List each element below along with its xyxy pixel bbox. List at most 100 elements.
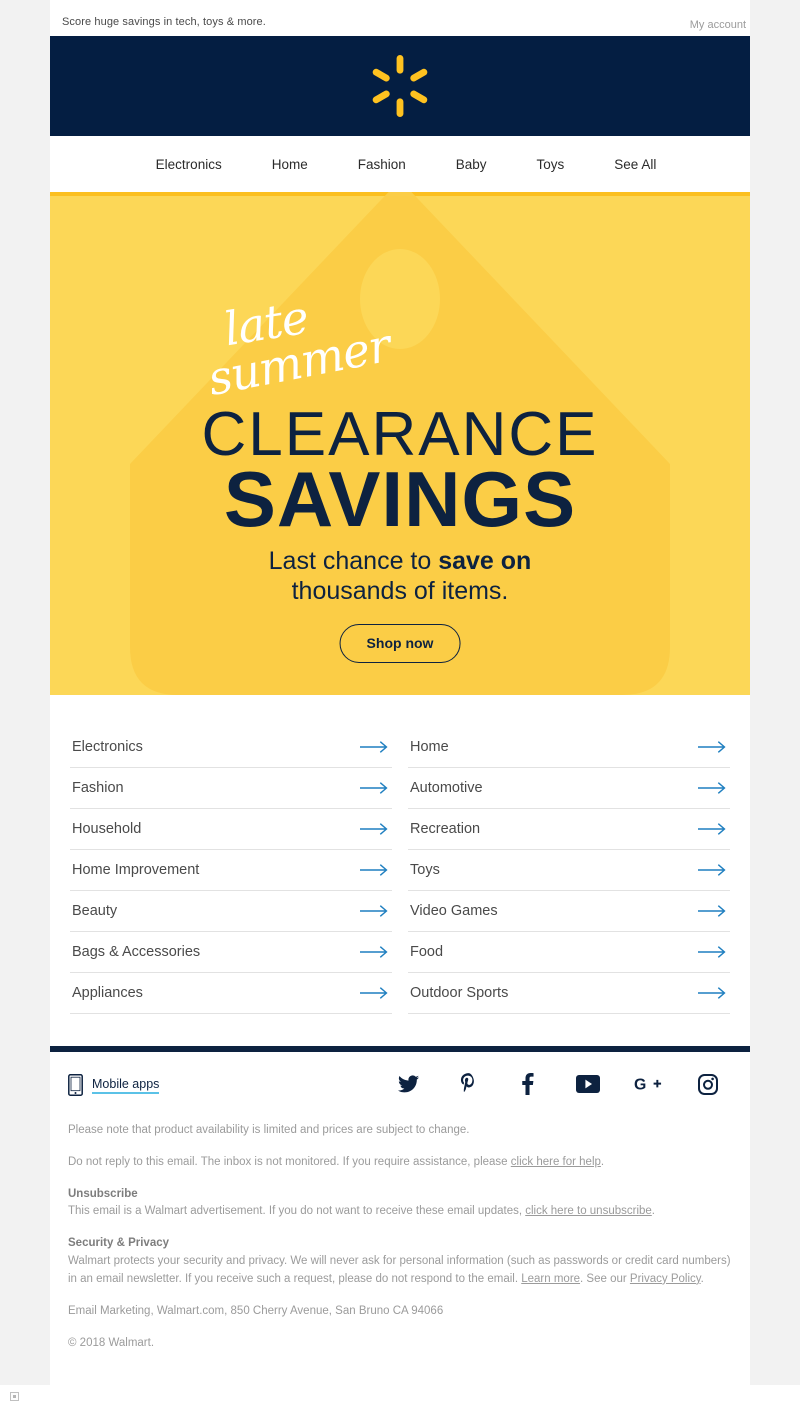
nav-item-toys[interactable]: Toys (537, 157, 565, 172)
category-label: Household (72, 821, 142, 837)
mobile-apps-link[interactable]: Mobile apps (68, 1074, 160, 1096)
arrow-right-icon (698, 946, 726, 958)
nav-item-see-all[interactable]: See All (614, 157, 656, 172)
hero-content: late summer CLEARANCE SAVINGS Last chanc… (50, 192, 750, 695)
svg-text:G: G (634, 1077, 646, 1094)
category-column-right: Home Automotive Recreation Toys Video Ga… (408, 727, 730, 1014)
twitter-icon[interactable] (378, 1072, 438, 1096)
category-row-home[interactable]: Home (408, 727, 730, 768)
privacy-suffix: . (700, 1272, 704, 1285)
arrow-right-icon (360, 741, 388, 753)
unsubscribe-suffix: . (651, 1205, 655, 1218)
category-label: Appliances (72, 985, 143, 1001)
unsubscribe-text: This email is a Walmart advertisement. I… (68, 1205, 526, 1218)
hero-subline-1-text: Last chance to (268, 547, 439, 575)
category-row-automotive[interactable]: Automotive (408, 768, 730, 809)
my-account-link[interactable]: My account (690, 19, 746, 31)
category-row-recreation[interactable]: Recreation (408, 809, 730, 850)
category-row-appliances[interactable]: Appliances (70, 973, 392, 1014)
category-label: Home Improvement (72, 862, 200, 878)
hero-subline-2: thousands of items. (291, 577, 509, 605)
legal-copyright: © 2018 Walmart. (68, 1336, 155, 1349)
nav-item-home[interactable]: Home (272, 157, 308, 172)
email-body: Score huge savings in tech, toys & more.… (50, 0, 750, 1363)
hero-subline-1: Last chance to save on (50, 547, 750, 576)
masthead (50, 36, 750, 136)
shop-now-button[interactable]: Shop now (339, 624, 461, 663)
youtube-icon[interactable] (558, 1072, 618, 1096)
mobile-apps-label: Mobile apps (92, 1077, 160, 1094)
hero-banner: late summer CLEARANCE SAVINGS Last chanc… (50, 192, 750, 695)
instagram-icon[interactable] (678, 1072, 738, 1096)
broken-image-placeholder-icon (10, 1392, 19, 1401)
nav-item-electronics[interactable]: Electronics (156, 157, 222, 172)
arrow-right-icon (360, 782, 388, 794)
hero-subline-1-bold: save on (438, 547, 532, 575)
arrow-right-icon (698, 905, 726, 917)
legal-no-reply-text: Do not reply to this email. The inbox is… (68, 1155, 511, 1168)
category-row-bags-accessories[interactable]: Bags & Accessories (70, 932, 392, 973)
learn-more-link[interactable]: Learn more (521, 1273, 580, 1285)
category-row-food[interactable]: Food (408, 932, 730, 973)
legal-security: Security & Privacy Walmart protects your … (68, 1235, 732, 1288)
category-label: Video Games (410, 903, 498, 919)
arrow-right-icon (360, 864, 388, 876)
unsubscribe-heading: Unsubscribe (68, 1187, 138, 1200)
legal-address: Email Marketing, Walmart.com, 850 Cherry… (68, 1304, 444, 1317)
legal-unsubscribe: Unsubscribe This email is a Walmart adver… (68, 1186, 732, 1222)
category-row-video-games[interactable]: Video Games (408, 891, 730, 932)
category-label: Food (410, 944, 444, 960)
category-row-household[interactable]: Household (70, 809, 392, 850)
arrow-right-icon (360, 905, 388, 917)
arrow-right-icon (360, 987, 388, 999)
category-row-fashion[interactable]: Fashion (70, 768, 392, 809)
nav-item-baby[interactable]: Baby (456, 157, 487, 172)
arrow-right-icon (698, 987, 726, 999)
walmart-spark-logo[interactable] (369, 55, 431, 117)
arrow-right-icon (698, 782, 726, 794)
social-icon-row: G (378, 1072, 738, 1096)
category-row-electronics[interactable]: Electronics (70, 727, 392, 768)
email-page: Score huge savings in tech, toys & more.… (0, 0, 800, 1411)
help-link[interactable]: click here for help (511, 1156, 601, 1168)
arrow-right-icon (698, 741, 726, 753)
legal-no-reply: Do not reply to this email. The inbox is… (68, 1154, 732, 1172)
mobile-phone-icon (68, 1074, 83, 1096)
category-row-home-improvement[interactable]: Home Improvement (70, 850, 392, 891)
category-row-outdoor-sports[interactable]: Outdoor Sports (408, 973, 730, 1014)
category-label: Fashion (72, 780, 124, 796)
legal-no-reply-suffix: . (600, 1155, 605, 1168)
category-label: Automotive (410, 780, 483, 796)
see-our-text: . See our (580, 1272, 630, 1285)
page-gutter-left (0, 0, 50, 1385)
hero-headline-savings: SAVINGS (223, 455, 577, 543)
legal-availability: Please note that product availability is… (68, 1124, 470, 1136)
category-label: Outdoor Sports (410, 985, 509, 1001)
category-label: Electronics (72, 739, 143, 755)
googleplus-icon[interactable]: G (618, 1072, 678, 1096)
category-label: Home (410, 739, 449, 755)
category-label: Bags & Accessories (72, 944, 201, 960)
category-label: Toys (410, 862, 440, 878)
preheader-text: Score huge savings in tech, toys & more. (62, 16, 266, 28)
category-grid: Electronics Fashion Household Home Impro… (50, 695, 750, 1036)
unsubscribe-link[interactable]: click here to unsubscribe (525, 1205, 652, 1217)
facebook-icon[interactable] (498, 1072, 558, 1096)
category-row-beauty[interactable]: Beauty (70, 891, 392, 932)
nav-item-fashion[interactable]: Fashion (358, 157, 406, 172)
category-column-left: Electronics Fashion Household Home Impro… (70, 727, 392, 1014)
category-label: Recreation (410, 821, 481, 837)
arrow-right-icon (698, 823, 726, 835)
preheader-bar: Score huge savings in tech, toys & more.… (50, 0, 750, 36)
privacy-policy-link[interactable]: Privacy Policy (630, 1273, 701, 1285)
page-gutter-right (750, 0, 800, 1385)
footer-legal: Please note that product availability is… (50, 1116, 750, 1362)
pinterest-icon[interactable] (438, 1072, 498, 1096)
security-heading: Security & Privacy (68, 1237, 170, 1250)
arrow-right-icon (698, 864, 726, 876)
arrow-right-icon (360, 946, 388, 958)
category-row-toys[interactable]: Toys (408, 850, 730, 891)
arrow-right-icon (360, 823, 388, 835)
category-label: Beauty (72, 903, 118, 919)
category-nav: Electronics Home Fashion Baby Toys See A… (50, 136, 750, 192)
